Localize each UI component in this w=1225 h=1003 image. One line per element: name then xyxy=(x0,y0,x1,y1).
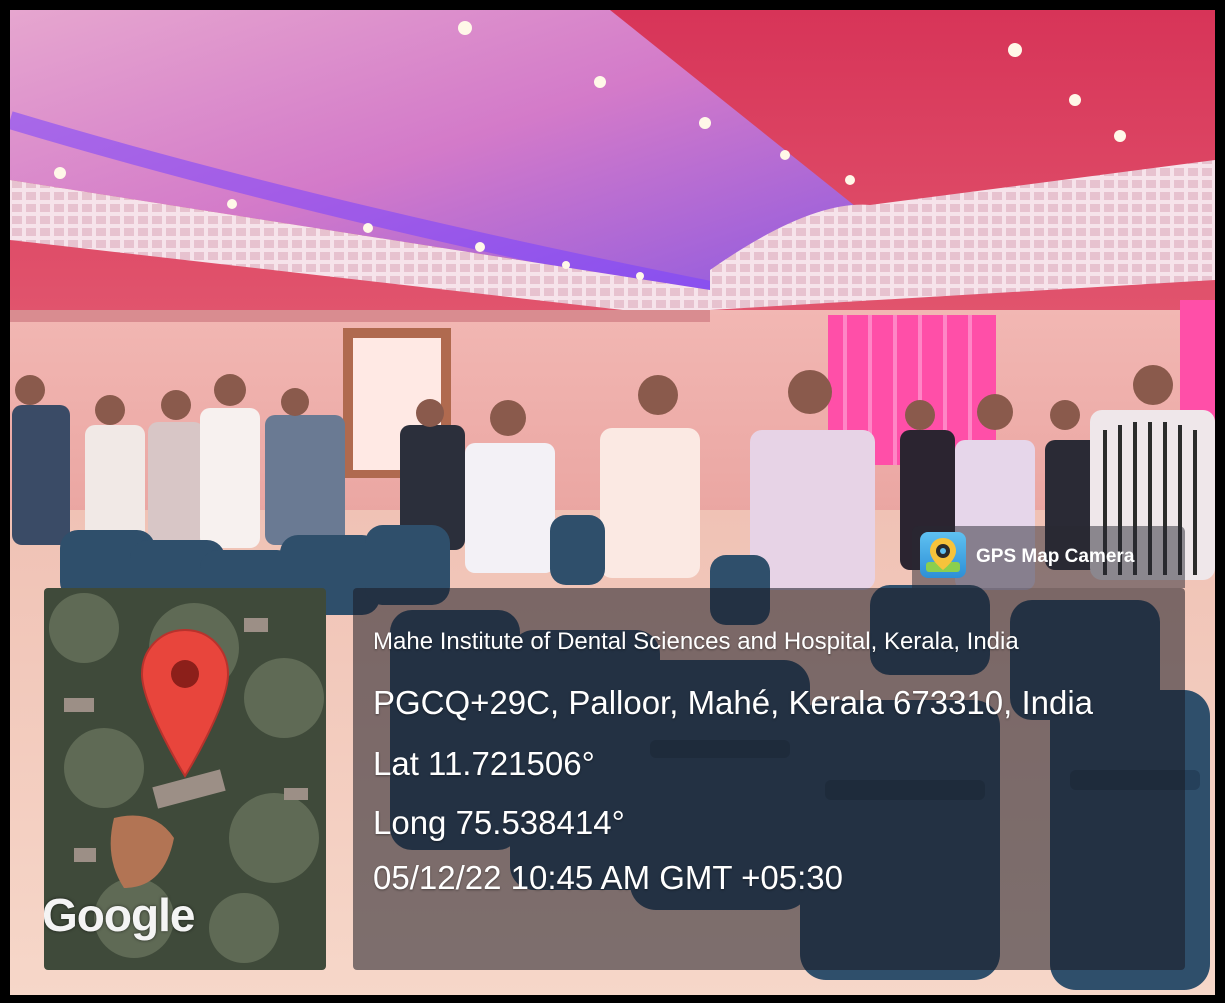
longitude-text: Long 75.538414° xyxy=(373,804,625,841)
timestamp-text: 05/12/22 10:45 AM GMT +05:30 xyxy=(373,859,843,896)
geotagged-photo: Google GPS Map Camera Mahe Institute of … xyxy=(10,10,1215,995)
address-text: PGCQ+29C, Palloor, Mahé, Kerala 673310, … xyxy=(373,684,1094,721)
location-info-panel: Mahe Institute of Dental Sciences and Ho… xyxy=(353,588,1185,970)
photo-frame: Google GPS Map Camera Mahe Institute of … xyxy=(0,0,1225,1003)
latitude-text: Lat 11.721506° xyxy=(373,745,595,782)
app-badge-label: GPS Map Camera xyxy=(976,546,1135,567)
google-logo: Google xyxy=(44,889,195,941)
map-pin-icon xyxy=(140,628,230,778)
place-name: Mahe Institute of Dental Sciences and Ho… xyxy=(373,628,1019,655)
map-thumbnail: Google xyxy=(44,588,326,970)
map-pin-camera-icon xyxy=(920,532,966,578)
app-badge: GPS Map Camera xyxy=(912,526,1185,588)
